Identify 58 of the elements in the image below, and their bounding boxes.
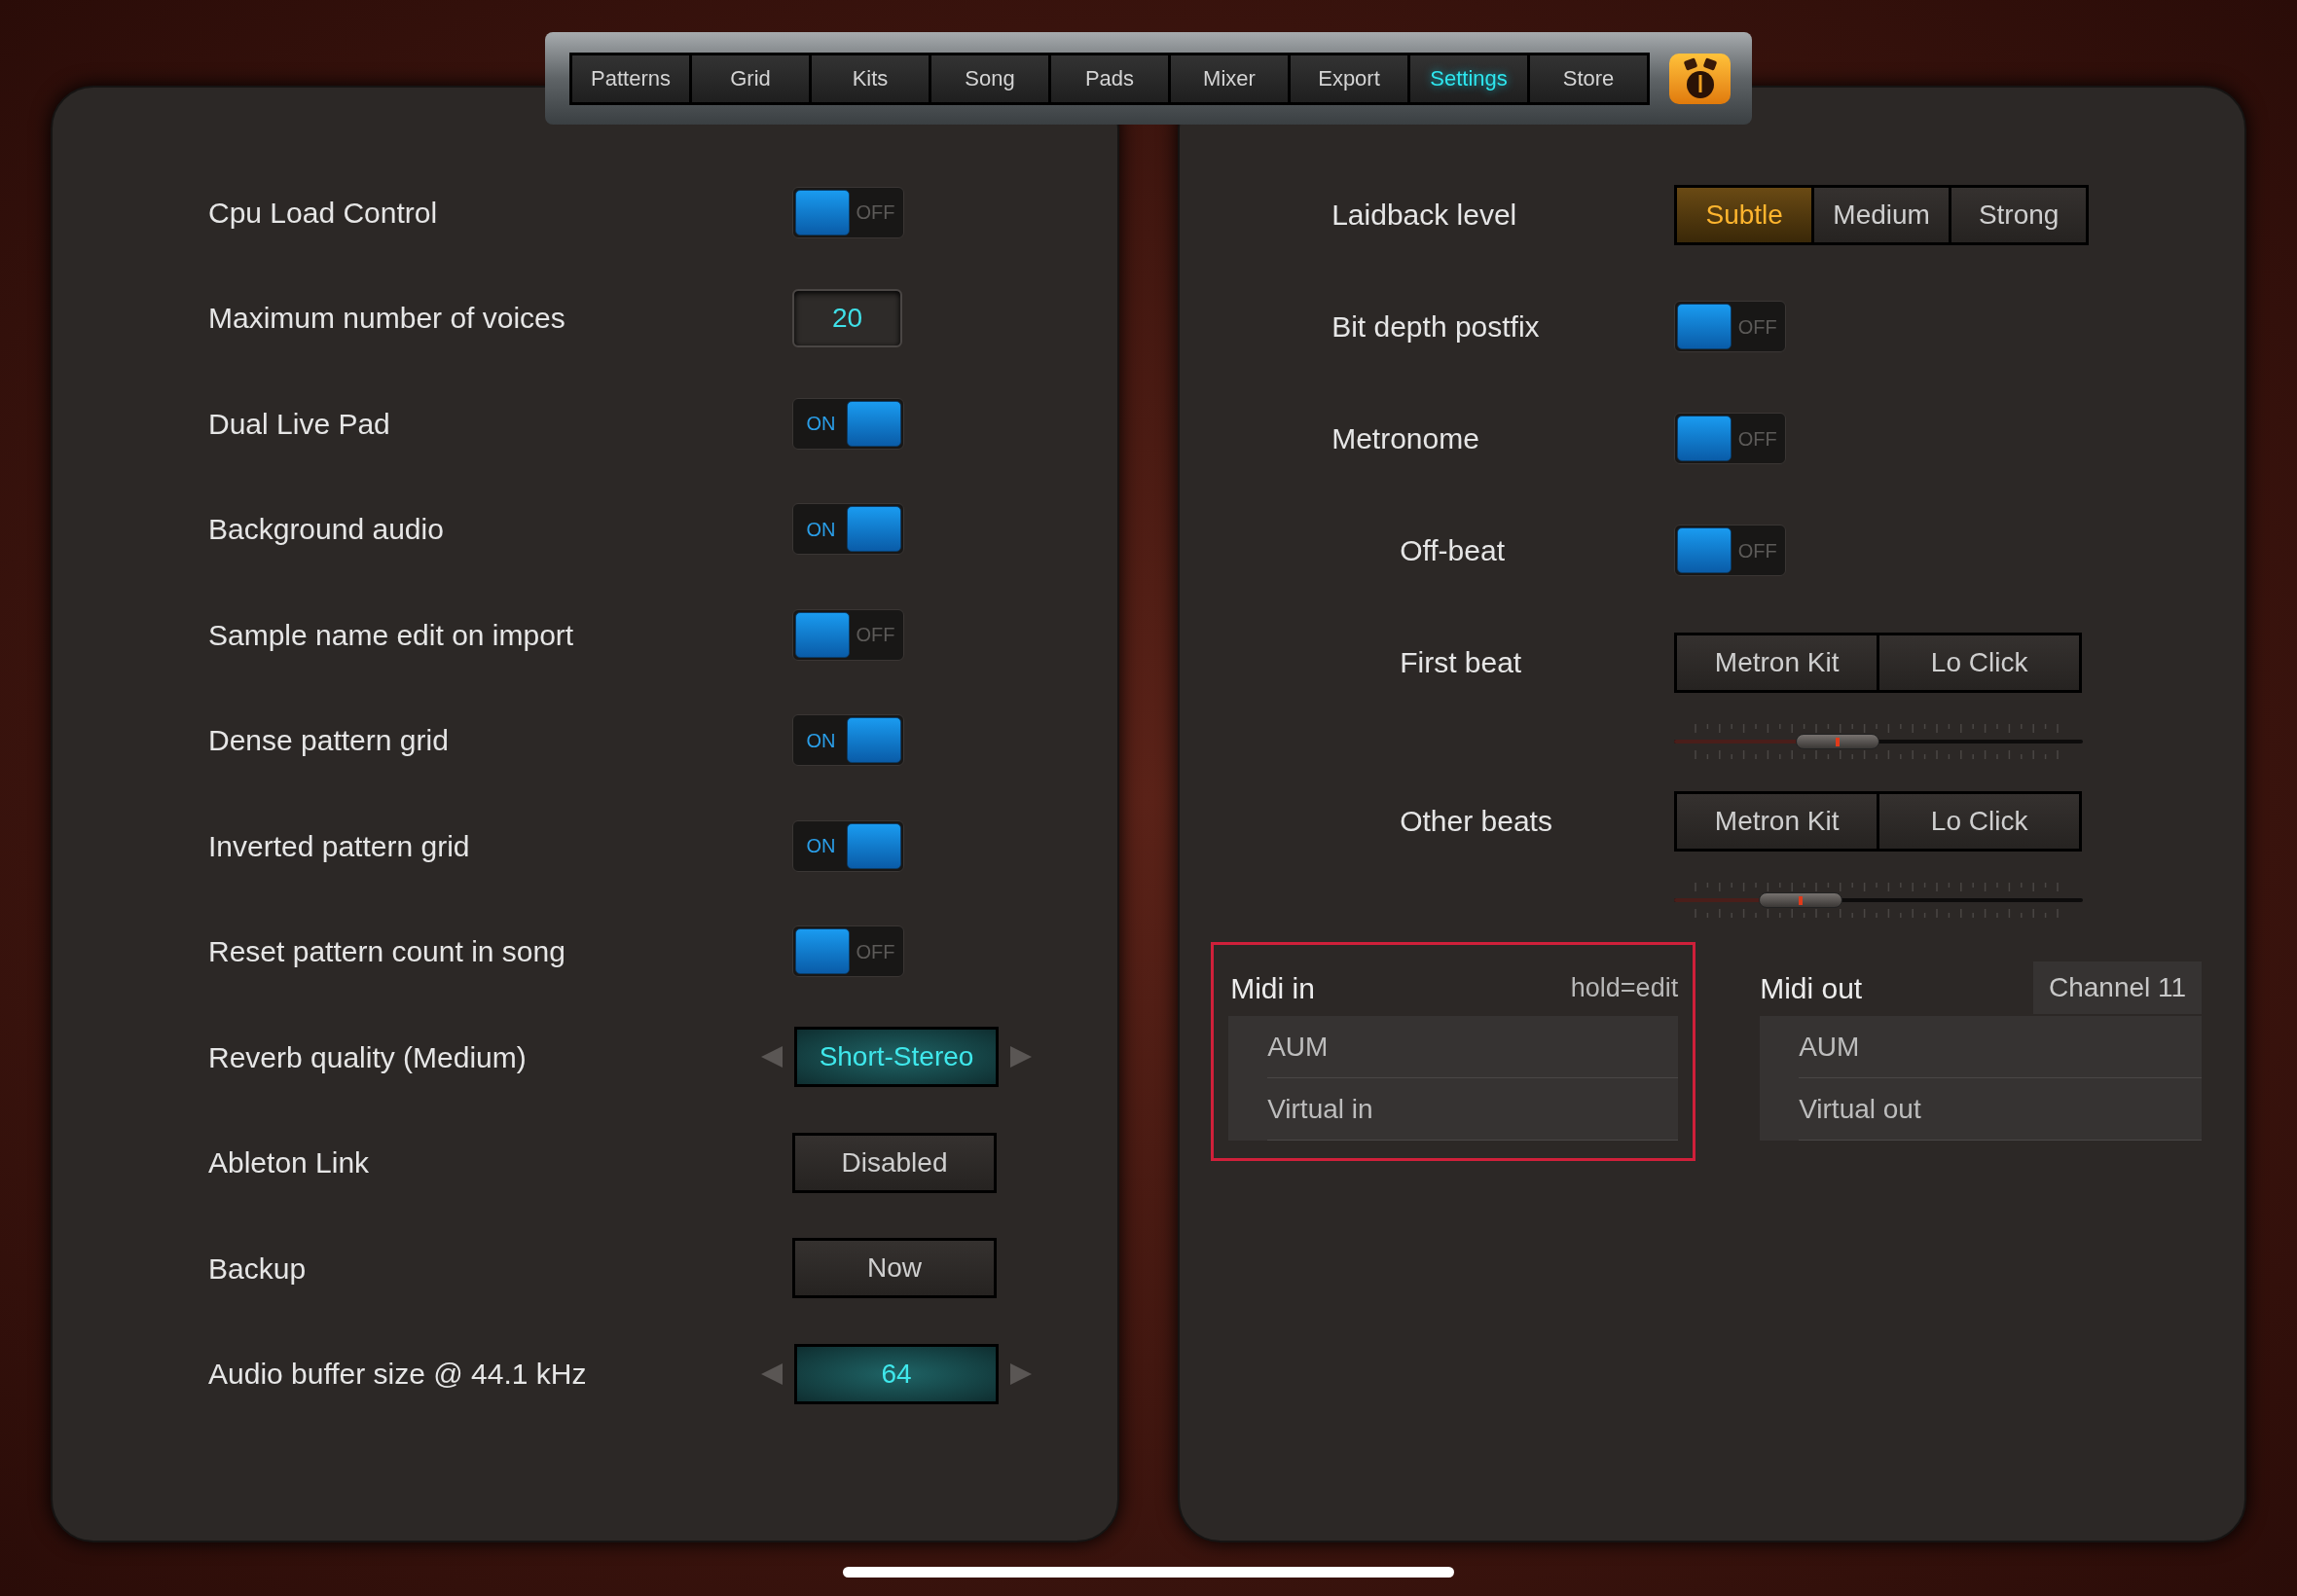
nav-tab[interactable]: Mixer (1171, 54, 1288, 102)
nav-tab[interactable]: Store (1530, 54, 1647, 102)
segment-option[interactable]: Lo Click (1879, 793, 2080, 849)
setting-label: Backup (208, 1251, 308, 1287)
number-field[interactable]: 20 (792, 288, 902, 347)
setting-label: Background audio (208, 512, 445, 548)
nav-tab[interactable]: Patterns (572, 54, 689, 102)
section-title: Midi out (1760, 970, 1863, 1006)
section-title: Midi in (1230, 970, 1315, 1006)
app-logo-button[interactable] (1669, 53, 1731, 104)
setting-label: Dense pattern grid (208, 723, 450, 759)
segment-option[interactable]: Metron Kit (1677, 793, 1878, 849)
nav-tab[interactable]: Pads (1051, 54, 1168, 102)
toggle-switch[interactable]: ON (792, 819, 904, 872)
setting-label: First beat (1400, 645, 1523, 680)
nav-tab[interactable]: Export (1291, 54, 1407, 102)
nav-tab[interactable]: Kits (812, 54, 929, 102)
left-arrow-icon[interactable] (761, 1362, 783, 1385)
slider-thumb[interactable] (1759, 892, 1843, 908)
setting-label: Cpu Load Control (208, 195, 439, 231)
segment-option[interactable]: Strong (1951, 187, 2087, 242)
port-item[interactable]: AUM (1799, 1016, 2203, 1078)
value-selector[interactable]: 64 (794, 1343, 999, 1404)
right-arrow-icon[interactable] (1010, 1046, 1032, 1069)
action-button[interactable]: Now (792, 1238, 997, 1299)
left-arrow-icon[interactable] (761, 1046, 783, 1069)
toggle-switch[interactable]: ON (792, 714, 904, 767)
setting-label: Inverted pattern grid (208, 828, 471, 864)
toggle-switch[interactable]: ON (792, 503, 904, 556)
setting-label: Audio buffer size @ 44.1 kHz (208, 1357, 588, 1393)
setting-label: Bit depth postfix (1331, 309, 1541, 345)
nav-tab[interactable]: Grid (692, 54, 809, 102)
port-item[interactable]: Virtual in (1267, 1078, 1679, 1141)
toggle-switch[interactable]: ON (792, 397, 904, 450)
action-button[interactable]: Disabled (792, 1132, 997, 1193)
setting-label: Sample name edit on import (208, 617, 575, 653)
segment-option[interactable]: Medium (1814, 187, 1950, 242)
setting-label: Maximum number of voices (208, 301, 566, 337)
setting-label: Dual Live Pad (208, 406, 391, 442)
value-selector[interactable]: Short-Stereo (794, 1027, 999, 1088)
segment-option[interactable]: Lo Click (1879, 635, 2080, 690)
setting-label: Off-beat (1400, 533, 1506, 568)
port-item[interactable]: AUM (1267, 1016, 1679, 1078)
setting-label: Laidback level (1331, 198, 1518, 233)
segment-option[interactable]: Metron Kit (1677, 635, 1878, 690)
slider-thumb[interactable] (1796, 734, 1880, 749)
nav-tab[interactable]: Settings (1410, 54, 1527, 102)
right-arrow-icon[interactable] (1010, 1362, 1032, 1385)
hint-text: hold=edit (1570, 971, 1679, 1004)
setting-label: Ableton Link (208, 1145, 371, 1181)
nav-tab[interactable]: Song (931, 54, 1048, 102)
segment-option[interactable]: Subtle (1677, 187, 1812, 242)
channel-badge[interactable]: Channel 11 (2033, 961, 2203, 1014)
port-item[interactable]: Virtual out (1799, 1078, 2203, 1141)
setting-label: Other beats (1400, 804, 1553, 839)
setting-label: Reset pattern count in song (208, 934, 566, 970)
setting-label: Metronome (1331, 421, 1480, 456)
setting-label: Reverb quality (Medium) (208, 1039, 528, 1075)
